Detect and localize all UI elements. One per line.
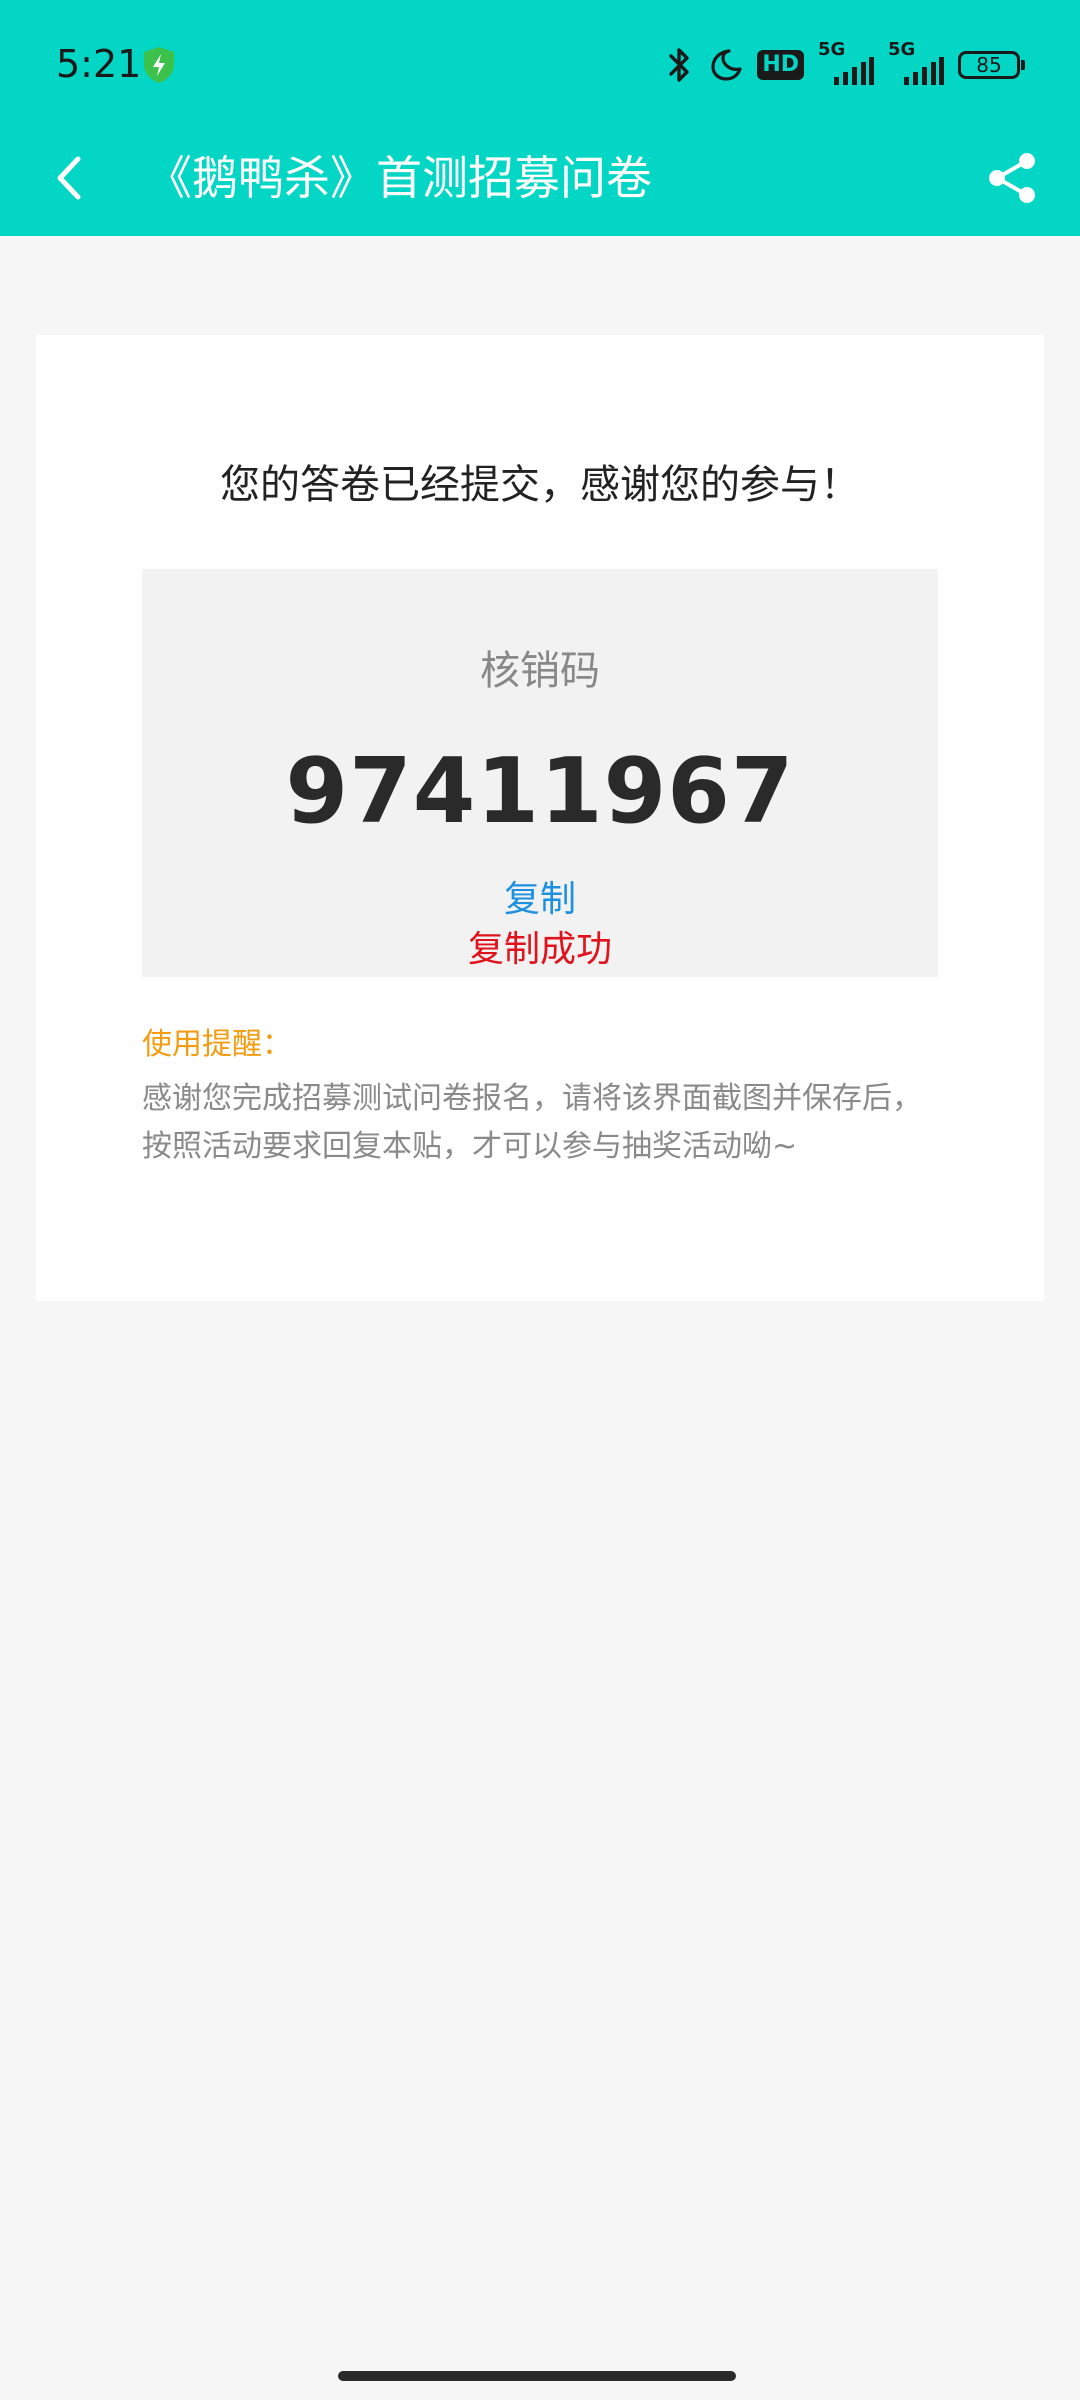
status-time: 5:21 <box>56 42 142 86</box>
hd-badge: HD <box>757 50 804 80</box>
signal-sim2: 5G <box>888 39 944 85</box>
code-label: 核销码 <box>480 648 600 694</box>
moon-icon <box>709 48 743 82</box>
bluetooth-icon <box>665 46 695 84</box>
app-bar: 《鹅鸭杀》首测招募问卷 <box>0 120 1080 236</box>
submission-thanks-text: 您的答卷已经提交，感谢您的参与！ <box>220 462 860 508</box>
code-value: 97411967 <box>285 739 795 844</box>
home-indicator[interactable] <box>338 2371 736 2381</box>
share-button[interactable] <box>980 146 1044 210</box>
signal-sim1: 5G <box>818 39 874 85</box>
reminder-text: 感谢您完成招募测试问卷报名，请将该界面截图并保存后，按照活动要求回复本贴，才可以… <box>142 1081 922 1164</box>
signal-bars-icon <box>834 57 874 85</box>
result-card: 您的答卷已经提交，感谢您的参与！ 核销码 97411967 复制 复制成功 使用… <box>36 335 1044 1301</box>
reminder-title: 使用提醒： <box>142 1027 292 1062</box>
status-icons: HD 5G 5G 85 <box>665 39 1025 90</box>
shield-icon <box>142 46 176 84</box>
copy-button[interactable]: 复制 <box>440 875 640 925</box>
signal-bars-icon <box>904 57 944 85</box>
back-button[interactable] <box>40 148 100 208</box>
status-bar: 5:21 HD 5G 5G 85 <box>0 0 1080 120</box>
share-icon <box>989 153 1035 203</box>
chevron-left-icon <box>57 156 81 200</box>
battery-indicator: 85 <box>958 51 1025 79</box>
redemption-code-box: 核销码 97411967 复制 复制成功 <box>142 569 938 977</box>
page-title: 《鹅鸭杀》首测招募问卷 <box>146 151 652 205</box>
copy-success-text: 复制成功 <box>467 929 612 970</box>
